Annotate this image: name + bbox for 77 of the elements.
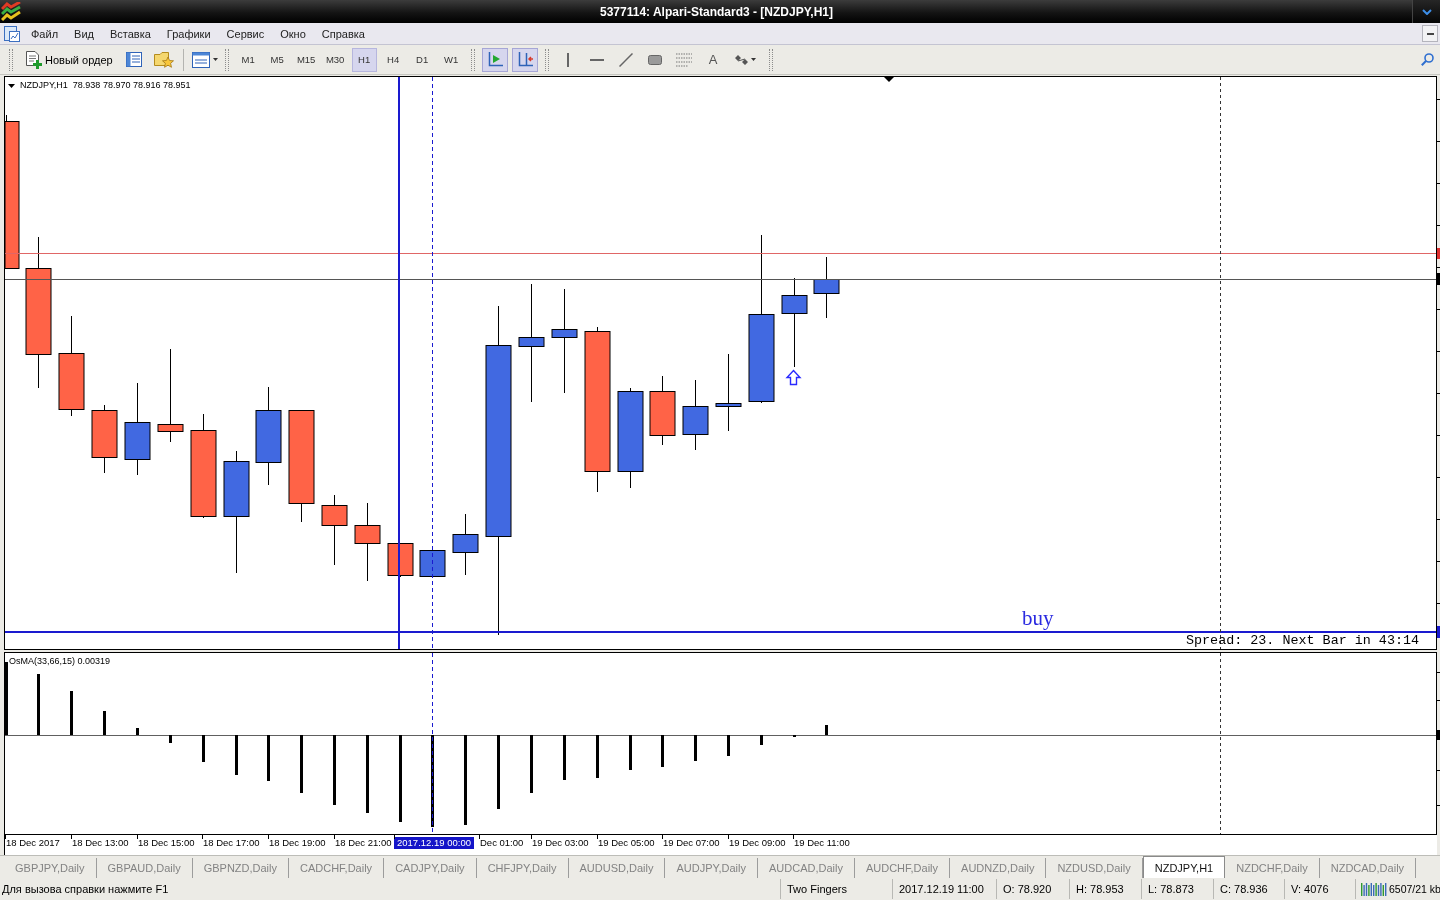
timeframe-button[interactable]: D1 xyxy=(409,47,435,72)
high-price: H: 78.953 xyxy=(1069,879,1141,899)
timeframe-button[interactable]: M15 xyxy=(293,47,319,72)
symbol-tab[interactable]: NZDJPY,H1 xyxy=(1142,856,1226,878)
time-label: Dec 01:00 xyxy=(479,837,524,849)
time-label: 19 Dec 03:00 xyxy=(531,837,589,849)
candlestick xyxy=(813,256,840,319)
time-label: 19 Dec 11:00 xyxy=(793,837,850,849)
time-label: 19 Dec 07:00 xyxy=(662,837,720,849)
horizontal-line-icon xyxy=(590,58,605,61)
auto-scroll-button[interactable] xyxy=(481,47,508,72)
timeframe-button[interactable]: H4 xyxy=(380,47,406,72)
candlestick xyxy=(387,542,414,578)
menu-item[interactable]: Графики xyxy=(158,23,219,44)
search-icon xyxy=(1420,53,1434,66)
volume-value: V: 4076 xyxy=(1284,879,1355,899)
time-label: 18 Dec 2017 xyxy=(5,837,60,849)
timeframe-button[interactable]: M30 xyxy=(322,47,348,72)
vertical-line-icon xyxy=(567,52,570,67)
menu-item[interactable]: Вид xyxy=(66,23,102,44)
chart-header: NZDJPY,H1 78.938 78.970 78.916 78.951 xyxy=(20,80,191,91)
window-menu-button[interactable] xyxy=(1412,0,1440,23)
striped-logo-icon xyxy=(1,1,21,22)
low-price: L: 78.873 xyxy=(1141,879,1213,899)
candlestick xyxy=(682,379,709,451)
spread-info: Spread: 23. Next Bar in 43:14 xyxy=(1186,633,1420,648)
time-label: 19 Dec 09:00 xyxy=(728,837,786,849)
status-help-text: Для вызова справки нажмите F1 xyxy=(1,882,170,897)
open-price: O: 78.920 xyxy=(996,879,1069,899)
caret-icon xyxy=(8,83,15,88)
chart-shift-button[interactable] xyxy=(511,47,538,72)
diagonal-line-icon xyxy=(619,52,634,67)
time-label: 18 Dec 19:00 xyxy=(268,837,326,849)
list-panel-icon xyxy=(125,52,142,67)
time-label: 18 Dec 17:00 xyxy=(202,837,260,849)
diamond-shapes-icon xyxy=(735,53,749,66)
new-order-button[interactable]: Новый ордер xyxy=(22,47,117,72)
candlestick xyxy=(321,494,348,566)
time-label: 18 Dec 15:00 xyxy=(137,837,195,849)
minimize-icon xyxy=(1426,32,1434,35)
rectangle-icon xyxy=(648,54,663,65)
caret-icon xyxy=(751,58,757,61)
menu-item[interactable]: Сервис xyxy=(218,23,273,44)
menu-item[interactable]: Окно xyxy=(272,23,314,44)
traffic-info: 6507/21 kb xyxy=(1389,883,1440,895)
folder-star-icon xyxy=(153,51,174,68)
text-tool-button[interactable]: A xyxy=(700,47,726,72)
time-label: 18 Dec 13:00 xyxy=(71,837,129,849)
chevron-down-icon xyxy=(1421,8,1432,15)
profile-name: Two Fingers xyxy=(780,879,892,899)
signal-bars-icon xyxy=(1361,882,1387,896)
axes-play-icon xyxy=(486,51,503,68)
dotted-lines-icon xyxy=(676,52,693,67)
up-arrow-icon xyxy=(785,369,802,386)
window-icon xyxy=(191,51,210,68)
menu-item[interactable]: Файл xyxy=(23,23,67,44)
close-price: C: 78.936 xyxy=(1213,879,1284,899)
chart-text-label: buy xyxy=(1022,606,1054,630)
document-plus-icon xyxy=(26,50,43,69)
time-label: 19 Dec 05:00 xyxy=(597,837,655,849)
candlestick xyxy=(649,375,676,446)
time-label: 18 Dec 21:00 xyxy=(334,837,392,849)
caret-icon xyxy=(212,58,218,61)
bar-time: 2017.12.19 11:00 xyxy=(892,879,996,899)
menu-item[interactable]: Справка xyxy=(313,23,373,44)
timeframe-button[interactable]: W1 xyxy=(438,47,464,72)
menu-item[interactable]: Вставка xyxy=(101,23,159,44)
time-label: 2017.12.19 00:00 xyxy=(394,837,474,849)
candlestick xyxy=(91,404,118,474)
chart-document-icon[interactable] xyxy=(4,25,20,42)
timeframe-button[interactable]: H1 xyxy=(351,47,377,72)
window-title: 5377114: Alpari-Standard3 - [NZDJPY,H1] xyxy=(599,4,834,19)
axes-arrow-icon xyxy=(516,51,533,68)
timeframe-button[interactable]: M1 xyxy=(235,47,261,72)
timeframe-button[interactable]: M5 xyxy=(264,47,290,72)
candlestick xyxy=(452,513,479,576)
minimize-button[interactable] xyxy=(1422,25,1438,42)
